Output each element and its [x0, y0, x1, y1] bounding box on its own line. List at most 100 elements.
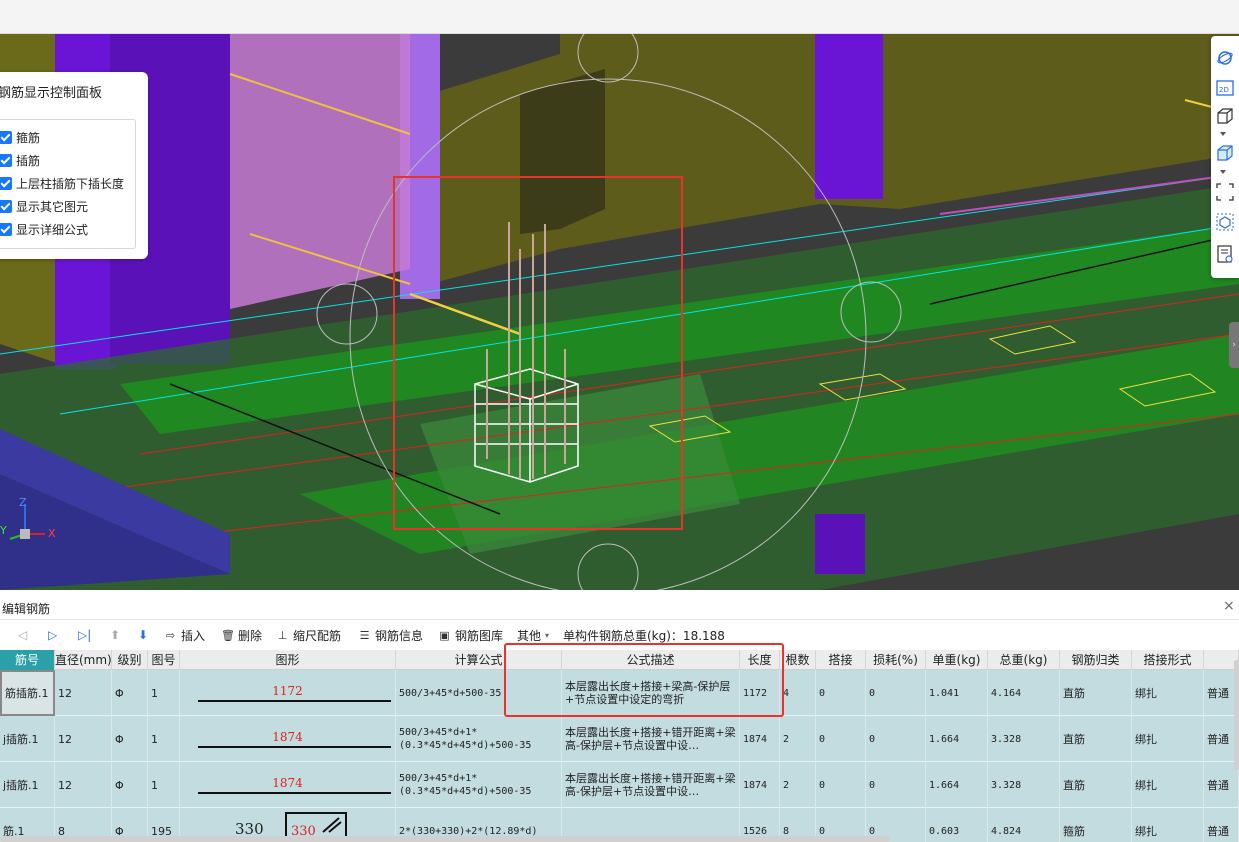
cell-unit-weight[interactable]: 0.603: [926, 808, 988, 842]
chevron-down-icon[interactable]: [1220, 170, 1226, 174]
cell-lap[interactable]: 0: [816, 762, 866, 808]
cell-length[interactable]: 1874: [740, 762, 780, 808]
cell-loss[interactable]: 0: [866, 762, 926, 808]
cell-fig-no[interactable]: 1: [148, 716, 180, 762]
cell-length[interactable]: 1874: [740, 716, 780, 762]
col-header[interactable]: 图形: [180, 650, 396, 670]
cell-description[interactable]: 本层露出长度+搭接+错开距离+梁高-保护层+节点设置中设…: [562, 716, 740, 762]
table-row[interactable]: j插筋.1 12 Φ 1 1874 500/3+45*d+1*(0.3*45*d…: [0, 716, 1239, 762]
cell-lap-type[interactable]: 绑扎: [1132, 670, 1204, 716]
selection-highlight-box: [393, 176, 683, 530]
col-header[interactable]: 图号: [148, 650, 180, 670]
checkbox-icon[interactable]: [0, 130, 12, 144]
delete-button[interactable]: 🗑 删除: [221, 627, 262, 644]
col-header[interactable]: 筋号: [0, 650, 55, 670]
vertical-scrollbar[interactable]: [1234, 660, 1239, 770]
orbit-icon[interactable]: [1215, 48, 1235, 68]
first-record-icon[interactable]: ◁: [18, 628, 27, 642]
cell-fig-no[interactable]: 1: [148, 670, 180, 716]
svg-text:Z: Z: [19, 496, 27, 509]
cell-loss[interactable]: 0: [866, 670, 926, 716]
cell-name[interactable]: j插筋.1: [0, 716, 55, 762]
col-header[interactable]: 根数: [780, 650, 816, 670]
move-up-icon[interactable]: ⬆: [110, 628, 120, 642]
horizontal-scrollbar[interactable]: [0, 836, 890, 842]
checkbox-icon[interactable]: [0, 199, 12, 213]
cell-shape[interactable]: 1172: [180, 670, 396, 716]
cell-name[interactable]: 筋插筋.1: [0, 670, 55, 716]
cell-total-weight[interactable]: 3.328: [988, 762, 1060, 808]
cell-description[interactable]: 本层露出长度+搭接+错开距离+梁高-保护层+节点设置中设…: [562, 762, 740, 808]
col-header[interactable]: 搭接形式: [1132, 650, 1204, 670]
prev-record-icon[interactable]: ▷: [48, 628, 57, 642]
cell-category[interactable]: 箍筋: [1060, 808, 1132, 842]
shape-dimension: 1172: [272, 684, 303, 698]
3d-box-icon[interactable]: [1215, 106, 1235, 126]
move-down-icon[interactable]: ⬇: [138, 628, 148, 642]
2d-view-icon[interactable]: 2D: [1215, 78, 1235, 98]
cell-total-weight[interactable]: 4.824: [988, 808, 1060, 842]
cell-grade[interactable]: Φ: [112, 716, 148, 762]
cell-grade[interactable]: Φ: [112, 762, 148, 808]
rebar-library-button[interactable]: ▣ 钢筋图库: [438, 627, 503, 644]
checkbox-icon[interactable]: [0, 153, 12, 167]
cell-count[interactable]: 2: [780, 716, 816, 762]
cell-name[interactable]: j插筋.1: [0, 762, 55, 808]
cell-shape[interactable]: 1874: [180, 762, 396, 808]
cell-extra[interactable]: 普通: [1204, 808, 1239, 842]
insert-button[interactable]: ⇨ 插入: [164, 627, 205, 644]
cell-shape[interactable]: 1874: [180, 716, 396, 762]
total-weight-label: 单构件钢筋总重(kg)：18.188: [563, 629, 725, 643]
cell-diameter[interactable]: 12: [55, 670, 112, 716]
display-settings-icon[interactable]: [1215, 244, 1235, 264]
cell-total-weight[interactable]: 4.164: [988, 670, 1060, 716]
last-record-icon[interactable]: ▷|: [78, 628, 91, 642]
checkbox-show-other-elements[interactable]: 显示其它图元: [0, 197, 88, 215]
select-component-icon[interactable]: [1215, 212, 1235, 232]
col-header[interactable]: 直径(mm): [55, 650, 112, 670]
cell-category[interactable]: 直筋: [1060, 716, 1132, 762]
cell-lap[interactable]: 0: [816, 716, 866, 762]
cell-category[interactable]: 直筋: [1060, 762, 1132, 808]
cell-category[interactable]: 直筋: [1060, 670, 1132, 716]
checkbox-icon[interactable]: [0, 222, 12, 236]
cell-unit-weight[interactable]: 1.664: [926, 716, 988, 762]
cell-formula[interactable]: 500/3+45*d+1*(0.3*45*d+45*d)+500-35: [396, 762, 562, 808]
close-icon[interactable]: ×: [1223, 598, 1235, 614]
table-row[interactable]: j插筋.1 12 Φ 1 1874 500/3+45*d+1*(0.3*45*d…: [0, 762, 1239, 808]
cell-fig-no[interactable]: 1: [148, 762, 180, 808]
col-header[interactable]: 总重(kg): [988, 650, 1060, 670]
solid-box-icon[interactable]: [1215, 143, 1235, 163]
col-header[interactable]: 钢筋归类: [1060, 650, 1132, 670]
col-header[interactable]: 搭接: [816, 650, 866, 670]
rebar-info-button[interactable]: ☰ 钢筋信息: [358, 627, 423, 644]
chevron-down-icon[interactable]: [1220, 132, 1226, 136]
cell-unit-weight[interactable]: 1.041: [926, 670, 988, 716]
checkbox-dowel[interactable]: 插筋: [0, 151, 40, 169]
fit-view-icon[interactable]: [1215, 182, 1235, 202]
cell-lap-type[interactable]: 绑扎: [1132, 762, 1204, 808]
checkbox-icon[interactable]: [0, 176, 12, 190]
cell-lap[interactable]: 0: [816, 670, 866, 716]
other-dropdown[interactable]: 其他 ▾: [517, 627, 549, 644]
cell-grade[interactable]: Φ: [112, 670, 148, 716]
cell-lap-type[interactable]: 绑扎: [1132, 808, 1204, 842]
col-header[interactable]: 损耗(%): [866, 650, 926, 670]
cell-formula[interactable]: 500/3+45*d+1*(0.3*45*d+45*d)+500-35: [396, 716, 562, 762]
side-collapse-button[interactable]: ›: [1229, 322, 1239, 368]
cell-diameter[interactable]: 12: [55, 762, 112, 808]
scale-rebar-button[interactable]: ⊥ 缩尺配筋: [276, 627, 341, 644]
cell-unit-weight[interactable]: 1.664: [926, 762, 988, 808]
cell-total-weight[interactable]: 3.328: [988, 716, 1060, 762]
col-header[interactable]: 级别: [112, 650, 148, 670]
col-header[interactable]: 单重(kg): [926, 650, 988, 670]
cell-count[interactable]: 4: [780, 670, 816, 716]
cell-lap-type[interactable]: 绑扎: [1132, 716, 1204, 762]
info-list-icon: ☰: [359, 629, 370, 642]
checkbox-upper-dowel-length[interactable]: 上层柱插筋下插长度: [0, 174, 124, 192]
checkbox-show-detailed-formula[interactable]: 显示详细公式: [0, 220, 88, 238]
cell-diameter[interactable]: 12: [55, 716, 112, 762]
cell-loss[interactable]: 0: [866, 716, 926, 762]
cell-count[interactable]: 2: [780, 762, 816, 808]
checkbox-stirrup[interactable]: 箍筋: [0, 128, 40, 146]
